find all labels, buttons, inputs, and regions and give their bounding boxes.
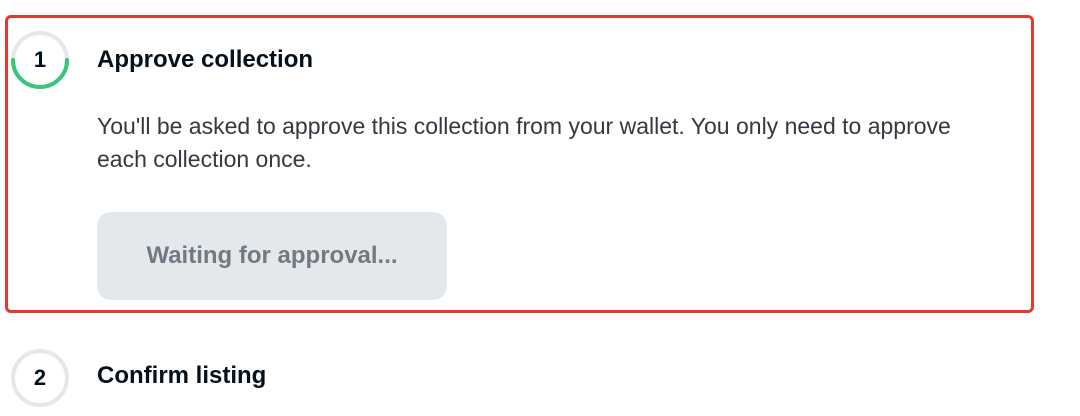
step-title: Confirm listing (97, 362, 267, 389)
step-indicator: 2 (10, 348, 70, 408)
step-number: 1 (33, 47, 47, 72)
step-progress-indicator: 1 (10, 30, 70, 90)
step-title: Approve collection (97, 46, 314, 73)
step-number: 2 (33, 365, 47, 390)
step-description: You'll be asked to approve this collecti… (97, 113, 951, 172)
waiting-for-approval-button[interactable]: Waiting for approval... (97, 212, 447, 300)
listing-steps-panel: 1 Approve collection You'll be asked to … (0, 0, 1080, 416)
